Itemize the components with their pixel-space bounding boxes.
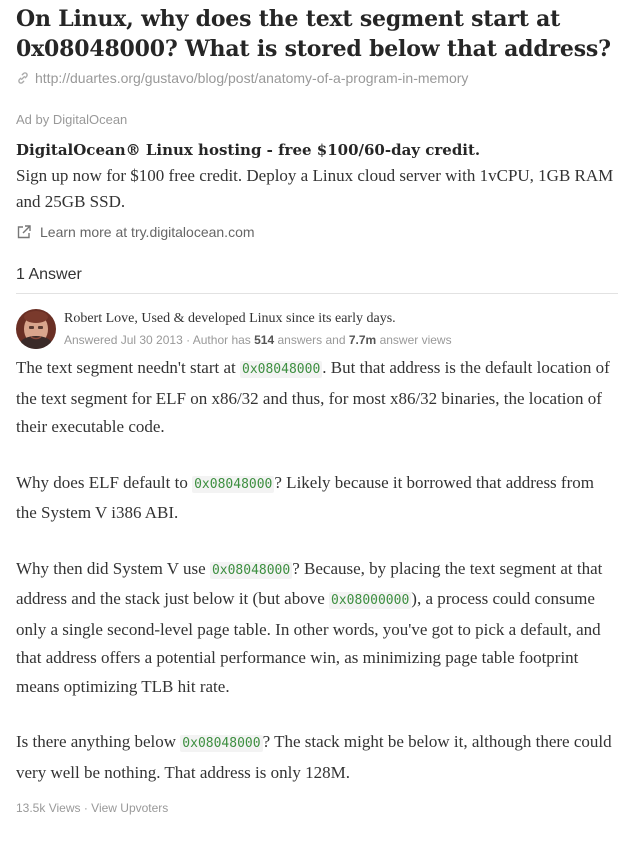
author-answer-count: 514	[254, 333, 275, 347]
external-link-icon	[17, 225, 31, 239]
text: The text segment needn't start at	[16, 358, 240, 377]
inline-code: 0x08048000	[192, 475, 275, 493]
inline-code: 0x08048000	[180, 735, 263, 752]
author-view-count: 7.7m	[348, 333, 377, 347]
answer-paragraph: Why then did System V use 0x08048000? Be…	[16, 555, 616, 702]
meta-text-views: answer views	[376, 333, 452, 347]
source-link[interactable]: http://duartes.org/gustavo/blog/post/ana…	[16, 70, 618, 86]
inline-code: 0x08048000	[209, 561, 293, 579]
author-name[interactable]: Robert Love	[64, 311, 134, 326]
avatar-image	[16, 309, 56, 349]
answer-footer: 13.5k Views · View Upvoters	[16, 801, 618, 815]
author-credential-line: Robert Love, Used & developed Linux sinc…	[64, 310, 452, 328]
answer-paragraph: Is there anything below 0x08048000? The …	[16, 728, 616, 787]
answered-date[interactable]: Answered Jul 30 2013	[64, 333, 183, 347]
inline-code: 0x08048000	[240, 361, 323, 378]
text: Why does ELF default to	[16, 472, 193, 492]
answer-body: The text segment needn't start at 0x0804…	[16, 354, 616, 787]
answer-paragraph: Why does ELF default to 0x08048000? Like…	[16, 469, 616, 528]
ad-headline[interactable]: DigitalOcean® Linux hosting - free $100/…	[16, 141, 618, 159]
author-credential: , Used & developed Linux since its early…	[134, 311, 396, 326]
answer-author: Robert Love, Used & developed Linux sinc…	[16, 309, 618, 349]
view-upvoters-link[interactable]: View Upvoters	[91, 801, 168, 815]
link-icon	[18, 72, 28, 84]
question-title[interactable]: On Linux, why does the text segment star…	[16, 4, 618, 64]
answers-count-header: 1 Answer	[16, 266, 618, 294]
source-url[interactable]: http://duartes.org/gustavo/blog/post/ana…	[35, 70, 468, 86]
footer-separator: ·	[80, 801, 92, 815]
avatar[interactable]	[16, 309, 56, 349]
meta-text: answers and	[274, 333, 349, 347]
ad-link-text[interactable]: Learn more at try.digitalocean.com	[40, 224, 255, 240]
answer-paragraph: The text segment needn't start at 0x0804…	[16, 354, 616, 442]
page: On Linux, why does the text segment star…	[16, 0, 618, 815]
text: Why then did System V use	[16, 558, 210, 578]
meta-separator: · Author has	[182, 333, 255, 347]
ad-body[interactable]: Sign up now for $100 free credit. Deploy…	[16, 163, 614, 215]
ad-label: Ad by DigitalOcean	[16, 112, 128, 127]
ad-learn-more-link[interactable]: Learn more at try.digitalocean.com	[16, 224, 618, 240]
view-count: 13.5k Views	[16, 801, 81, 815]
text: Is there anything below	[16, 732, 181, 751]
inline-code: 0x08000000	[329, 592, 412, 609]
answer-meta: Answered Jul 30 2013 · Author has 514 an…	[64, 331, 452, 349]
